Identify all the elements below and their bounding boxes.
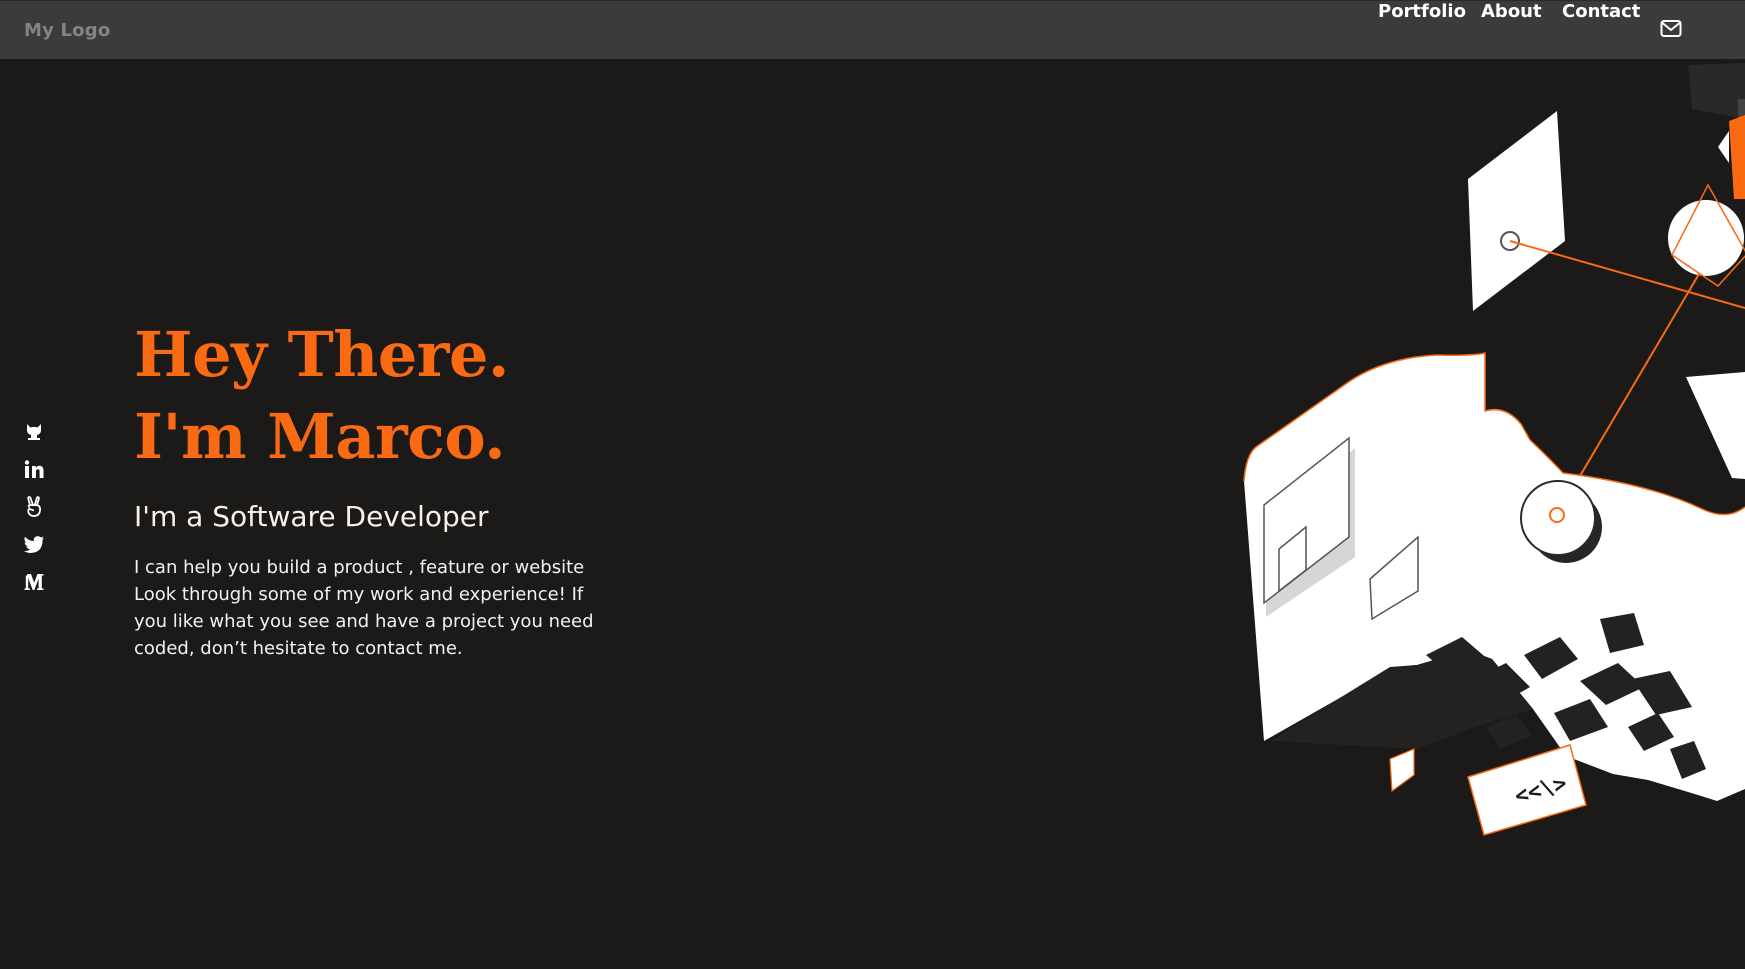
nav-link-portfolio[interactable]: Portfolio	[1378, 1, 1466, 22]
medium-icon-svg	[24, 574, 44, 590]
hero-line-name: I'm Marco.	[134, 400, 506, 473]
illustration-hollow-circle	[1520, 480, 1596, 556]
illustration-pixel-white	[1389, 748, 1415, 793]
hero-role: I'm a Software Developer	[134, 500, 489, 533]
github-icon-svg	[27, 424, 41, 440]
mail-icon-svg	[1660, 20, 1682, 37]
angellist-icon[interactable]	[22, 495, 46, 519]
linkedin-icon-svg	[24, 459, 44, 478]
illustration-right-edge-card	[1686, 372, 1745, 479]
illustration-big-circle	[1668, 200, 1744, 276]
hero-section: Hey There. I'm Marco. I'm a Software Dev…	[134, 314, 654, 662]
illustration-dark-square-top	[1688, 63, 1745, 119]
illustration-orange-block	[1729, 115, 1745, 199]
social-sidebar	[22, 420, 46, 608]
illustration-white-sliver	[1718, 131, 1729, 163]
angellist-icon-svg	[27, 496, 41, 517]
linkedin-icon[interactable]	[22, 458, 46, 482]
hero-greeting: Hey There. I'm Marco.	[134, 314, 654, 478]
medium-icon[interactable]	[22, 570, 46, 594]
twitter-icon[interactable]	[22, 533, 46, 557]
nav-link-about[interactable]: About	[1481, 1, 1542, 22]
nav-link-contact[interactable]: Contact	[1562, 1, 1640, 22]
top-navbar: My Logo Portfolio About Contact	[0, 0, 1745, 59]
hero-bio: I can help you build a product , feature…	[134, 557, 594, 659]
hero-illustration: <<\>	[1243, 63, 1745, 836]
mail-icon[interactable]	[1660, 19, 1682, 39]
illustration-card-top-left	[1468, 111, 1565, 311]
hero-line-hey-there: Hey There.	[134, 318, 510, 391]
twitter-icon-svg	[24, 535, 44, 553]
github-icon[interactable]	[22, 420, 46, 444]
site-logo[interactable]: My Logo	[24, 20, 110, 41]
